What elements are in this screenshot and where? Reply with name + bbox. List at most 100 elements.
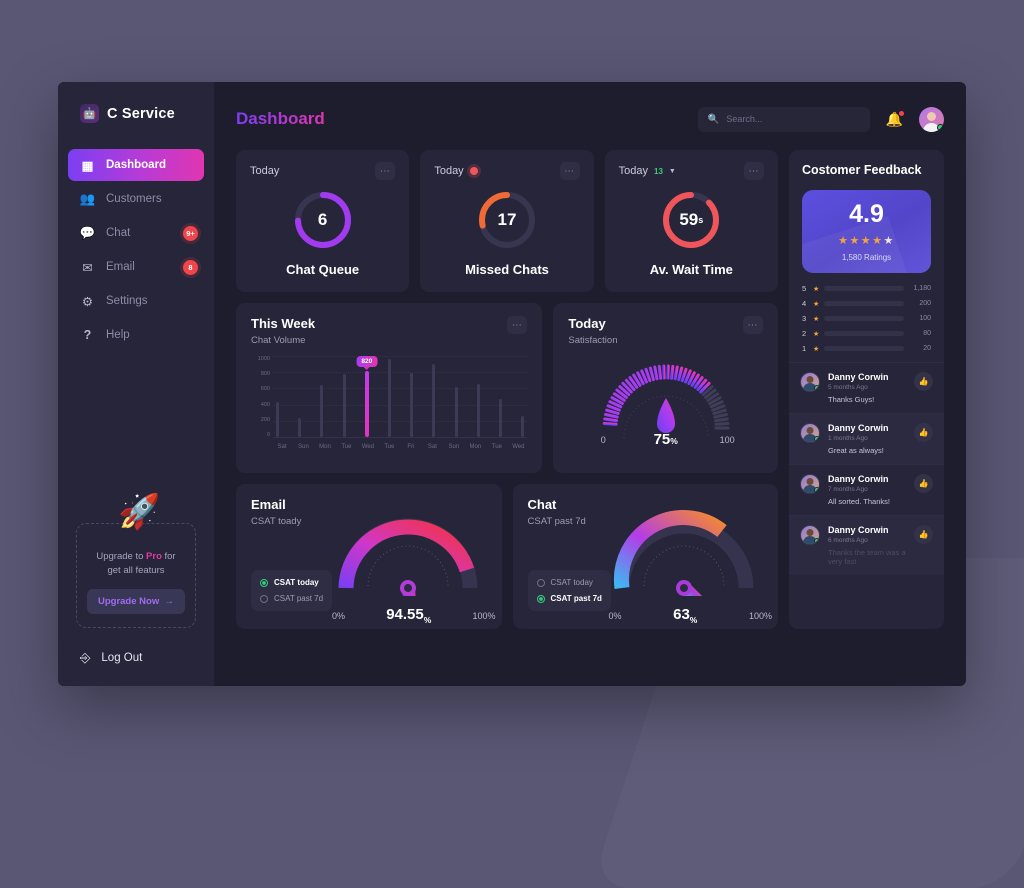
legend-label: CSAT today (274, 578, 319, 587)
bar-wed-11[interactable] (521, 416, 524, 437)
upgrade-now-label: Upgrade Now (98, 596, 159, 607)
sidebar-item-customers[interactable]: 👥 Customers (68, 183, 204, 215)
sidebar-item-label: Dashboard (106, 159, 166, 171)
upgrade-now-button[interactable]: Upgrade Now → (87, 589, 185, 614)
review-message: Thanks the team was a very fast (828, 548, 906, 566)
review-item[interactable]: Danny Corwin6 months AgoThanks the team … (789, 515, 944, 575)
legend-label: CSAT past 7d (274, 594, 323, 603)
review-message: Thanks Guys! (828, 395, 906, 404)
bar-tue-10[interactable] (499, 399, 502, 437)
chat-volume-subtitle: Chat Volume (251, 335, 315, 346)
star-icon: ★ (813, 345, 819, 353)
legend-csat-past-7d[interactable]: CSAT past 7d (537, 594, 602, 603)
x-tick: Sun (446, 444, 462, 450)
review-item[interactable]: Danny Corwin 5 months Ago Thanks Guys! 👍 (789, 362, 944, 413)
plot-inner: 820 (273, 356, 527, 438)
bar-wed-4[interactable]: 820 (365, 371, 369, 437)
radio-icon (537, 579, 545, 587)
sidebar-item-help[interactable]: ? Help (68, 319, 204, 351)
trend-value: 13 (654, 167, 663, 176)
bar-series: 820 (273, 356, 527, 437)
rating-bar-track (824, 331, 904, 336)
sidebar-item-settings[interactable]: ⚙ Settings (68, 285, 204, 317)
alert-dot-icon (470, 167, 478, 175)
review-item[interactable]: Danny Corwin 1 months Ago Great as always!… (789, 413, 944, 464)
reviewer-avatar (800, 372, 820, 392)
notifications-button[interactable]: 🔔 (886, 111, 903, 128)
reviewer-name: Danny Corwin (828, 423, 906, 433)
email-gauge-labels: 0% 94.55% 100% (236, 606, 502, 625)
review-body: Danny Corwin7 months AgoAll sorted. Than… (828, 474, 906, 506)
feedback-title: Costomer Feedback (789, 163, 944, 177)
y-tick: 1000 (258, 356, 270, 362)
bar-sun-8[interactable] (455, 387, 458, 437)
search-box[interactable]: 🔍 (698, 107, 870, 132)
thumbs-up-icon[interactable]: 👍 (914, 474, 933, 493)
chat-volume-title: This Week (251, 316, 315, 331)
sidebar-item-dashboard[interactable]: ▦ Dashboard (68, 149, 204, 181)
thumbs-up-icon[interactable]: 👍 (914, 525, 933, 544)
stat-menu-button[interactable]: ⋯ (744, 162, 764, 180)
email-legend: CSAT today CSAT past 7d (251, 570, 332, 611)
bar-sat-0[interactable] (276, 402, 279, 437)
topbar: Dashboard 🔍 🔔 (236, 102, 944, 136)
chat-badge: 9+ (183, 226, 198, 241)
stat-card-missed-chats: Today ⋯ 17 Missed Chats (420, 150, 593, 292)
stat-title: Missed Chats (465, 262, 549, 277)
satisfaction-unit: % (670, 436, 678, 446)
customer-feedback-panel: Costomer Feedback 4.9 ★★★★★ 1,580 Rating… (789, 150, 944, 629)
bar-tooltip: 820 (356, 356, 377, 367)
review-time: 1 months Ago (828, 435, 906, 442)
thumbs-up-icon[interactable]: 👍 (914, 372, 933, 391)
promo-pro-label: Pro (146, 551, 162, 562)
promo-line2: get all featurs (107, 565, 164, 576)
half-star-icon: ★ (884, 235, 895, 247)
chat-queue-ring: 6 (292, 189, 354, 251)
rating-stars-number: 1 (802, 344, 808, 353)
sidebar-item-email[interactable]: ✉ Email 8 (68, 251, 204, 283)
satisfaction-menu-button[interactable]: ⋯ (743, 316, 763, 334)
review-body: Danny Corwin6 months AgoThanks the team … (828, 525, 906, 566)
bar-mon-9[interactable] (477, 384, 480, 437)
email-gauge-value: 94.55% (386, 606, 431, 625)
legend-csat-past-7d[interactable]: CSAT past 7d (260, 594, 323, 603)
bar-tue-5[interactable] (388, 359, 391, 437)
review-time: 6 months Ago (828, 537, 906, 544)
thumbs-up-icon[interactable]: 👍 (914, 423, 933, 442)
star-icon: ★ (813, 315, 819, 323)
x-axis: SatSunMonTueWedTueFriSatSunMonTueWed (273, 438, 527, 450)
stat-card-chat-queue: Today ⋯ 6 Chat Queue (236, 150, 409, 292)
sidebar-item-chat[interactable]: 💬 Chat 9+ (68, 217, 204, 249)
dashboard-icon: ▦ (80, 158, 95, 173)
search-input[interactable] (726, 114, 859, 124)
chat-volume-menu-button[interactable]: ⋯ (507, 316, 527, 334)
rating-stars-number: 3 (802, 314, 808, 323)
bar-tue-3[interactable] (343, 374, 346, 437)
legend-label: CSAT past 7d (551, 594, 602, 603)
review-message: Great as always! (828, 446, 906, 455)
stat-title: Av. Wait Time (650, 262, 733, 277)
rating-count: 1,180 (909, 285, 931, 292)
rating-bar-track (824, 316, 904, 321)
satisfaction-value: 75% (591, 431, 741, 448)
legend-csat-today[interactable]: CSAT today (537, 578, 602, 587)
review-time: 5 months Ago (828, 384, 906, 391)
satisfaction-card: Today Satisfaction ⋯ (553, 303, 778, 473)
stat-menu-button[interactable]: ⋯ (375, 162, 395, 180)
logout-button[interactable]: ⎆ Log Out (58, 638, 214, 686)
overall-score-box: 4.9 ★★★★★ 1,580 Ratings (802, 190, 931, 273)
review-item[interactable]: Danny Corwin7 months AgoAll sorted. Than… (789, 464, 944, 515)
bar-mon-2[interactable] (320, 385, 323, 437)
legend-csat-today[interactable]: CSAT today (260, 578, 323, 587)
bar-fri-6[interactable] (410, 373, 413, 437)
stat-menu-button[interactable]: ⋯ (560, 162, 580, 180)
chat-queue-value: 6 (292, 189, 354, 251)
reviewer-name: Danny Corwin (828, 372, 906, 382)
avatar[interactable] (919, 107, 944, 132)
chevron-down-icon[interactable]: ▼ (669, 168, 676, 175)
bar-sat-7[interactable] (432, 364, 435, 437)
email-gauge (328, 496, 488, 616)
bar-sun-1[interactable] (298, 418, 301, 437)
sidebar-nav: ▦ Dashboard 👥 Customers 💬 Chat 9+ ✉ Emai… (58, 149, 214, 351)
stat-period: Today (434, 165, 463, 177)
